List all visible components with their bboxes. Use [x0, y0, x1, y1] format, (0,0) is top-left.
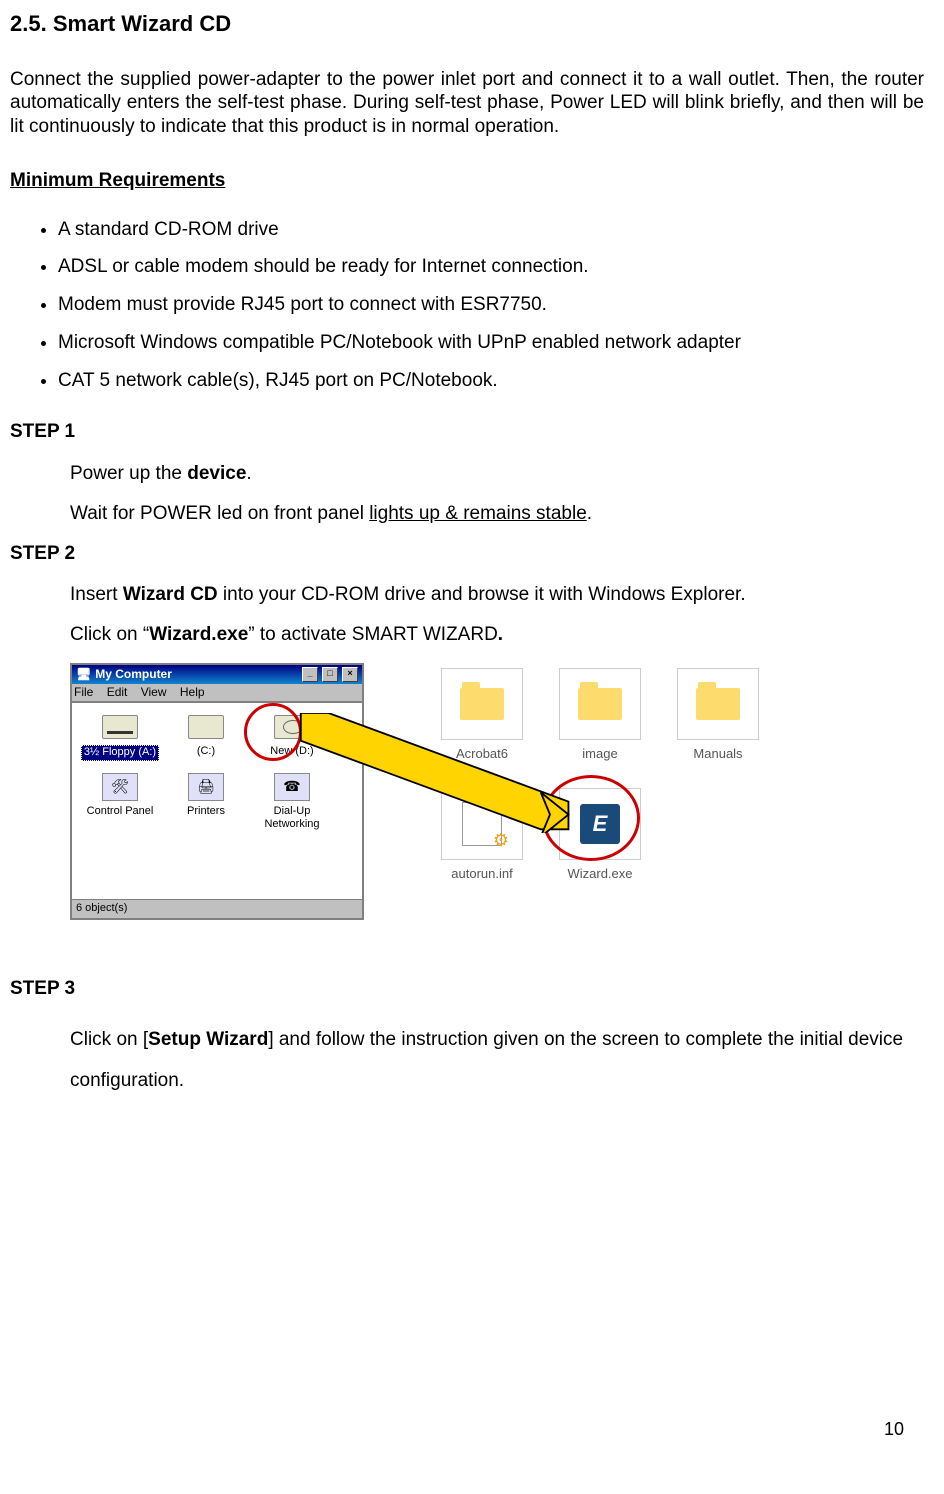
window-titlebar: 🖥 My Computer _ □ × — [72, 665, 362, 684]
dialup-icon: ☎ — [274, 773, 310, 801]
close-button[interactable]: × — [342, 667, 358, 682]
printers[interactable]: 🖨 Printers — [166, 771, 246, 833]
control-panel[interactable]: 🛠 Control Panel — [80, 771, 160, 833]
dial-up-networking[interactable]: ☎ Dial-Up Networking — [252, 771, 332, 833]
step-1-line-2: Wait for POWER led on front panel lights… — [70, 502, 924, 526]
wizard-app-icon: E — [580, 804, 620, 844]
cd-drive-icon — [274, 715, 310, 739]
minimum-requirements-heading: Minimum Requirements — [10, 169, 924, 193]
drive-c[interactable]: (C:) — [166, 711, 246, 761]
folder-manuals[interactable]: Manuals — [666, 668, 770, 762]
printers-icon: 🖨 — [188, 773, 224, 801]
minimize-button[interactable]: _ — [302, 667, 318, 682]
section-heading: 2.5. Smart Wizard CD — [10, 10, 924, 38]
step-2-label: STEP 2 — [10, 542, 924, 566]
control-panel-icon: 🛠 — [102, 773, 138, 801]
step-1-line-1: Power up the device. — [70, 462, 924, 486]
list-item: A standard CD-ROM drive — [58, 218, 924, 242]
list-item: Microsoft Windows compatible PC/Notebook… — [58, 331, 924, 355]
folder-icon — [460, 688, 504, 720]
inf-file-icon — [462, 802, 502, 846]
folder-acrobat[interactable]: Acrobat6 — [430, 668, 534, 762]
computer-icon: 🖥 — [76, 667, 91, 682]
menu-edit[interactable]: Edit — [107, 685, 128, 699]
maximize-button[interactable]: □ — [322, 667, 338, 682]
step-3-label: STEP 3 — [10, 977, 924, 1001]
menu-file[interactable]: File — [74, 685, 93, 699]
window-title: My Computer — [95, 667, 172, 682]
list-item: ADSL or cable modem should be ready for … — [58, 255, 924, 279]
hard-drive-icon — [188, 715, 224, 739]
intro-paragraph: Connect the supplied power-adapter to th… — [10, 68, 924, 139]
menu-view[interactable]: View — [141, 685, 167, 699]
page-number: 10 — [884, 1418, 904, 1441]
folder-image[interactable]: image — [548, 668, 652, 762]
list-item: Modem must provide RJ45 port to connect … — [58, 293, 924, 317]
step-3-body: Click on [Setup Wizard] and follow the i… — [70, 1019, 924, 1103]
section-number: 2.5. — [10, 11, 47, 36]
list-item: CAT 5 network cable(s), RJ45 port on PC/… — [58, 369, 924, 393]
my-computer-window: 🖥 My Computer _ □ × File Edit View Help … — [70, 663, 364, 920]
screenshot-illustration: 🖥 My Computer _ □ × File Edit View Help … — [70, 663, 760, 953]
cd-contents: Acrobat6 image Manuals autorun.inf E Wiz… — [430, 668, 770, 883]
window-menubar: File Edit View Help — [72, 684, 362, 702]
status-bar: 6 object(s) — [72, 899, 362, 918]
drive-d[interactable]: New (D:) — [252, 711, 332, 761]
folder-icon — [696, 688, 740, 720]
menu-help[interactable]: Help — [180, 685, 205, 699]
window-body: 3½ Floppy (A:) (C:) New (D:) 🛠 Control P… — [72, 702, 362, 899]
requirements-list: A standard CD-ROM drive ADSL or cable mo… — [10, 218, 924, 393]
floppy-drive-icon — [102, 715, 138, 739]
step-2-line-1: Insert Wizard CD into your CD-ROM drive … — [70, 583, 924, 607]
section-title-text: Smart Wizard CD — [53, 11, 231, 36]
drive-floppy[interactable]: 3½ Floppy (A:) — [80, 711, 160, 761]
file-wizard-exe[interactable]: E Wizard.exe — [548, 788, 652, 882]
file-autorun[interactable]: autorun.inf — [430, 788, 534, 882]
step-1-label: STEP 1 — [10, 420, 924, 444]
folder-icon — [578, 688, 622, 720]
step-2-line-2: Click on “Wizard.exe” to activate SMART … — [70, 623, 924, 647]
